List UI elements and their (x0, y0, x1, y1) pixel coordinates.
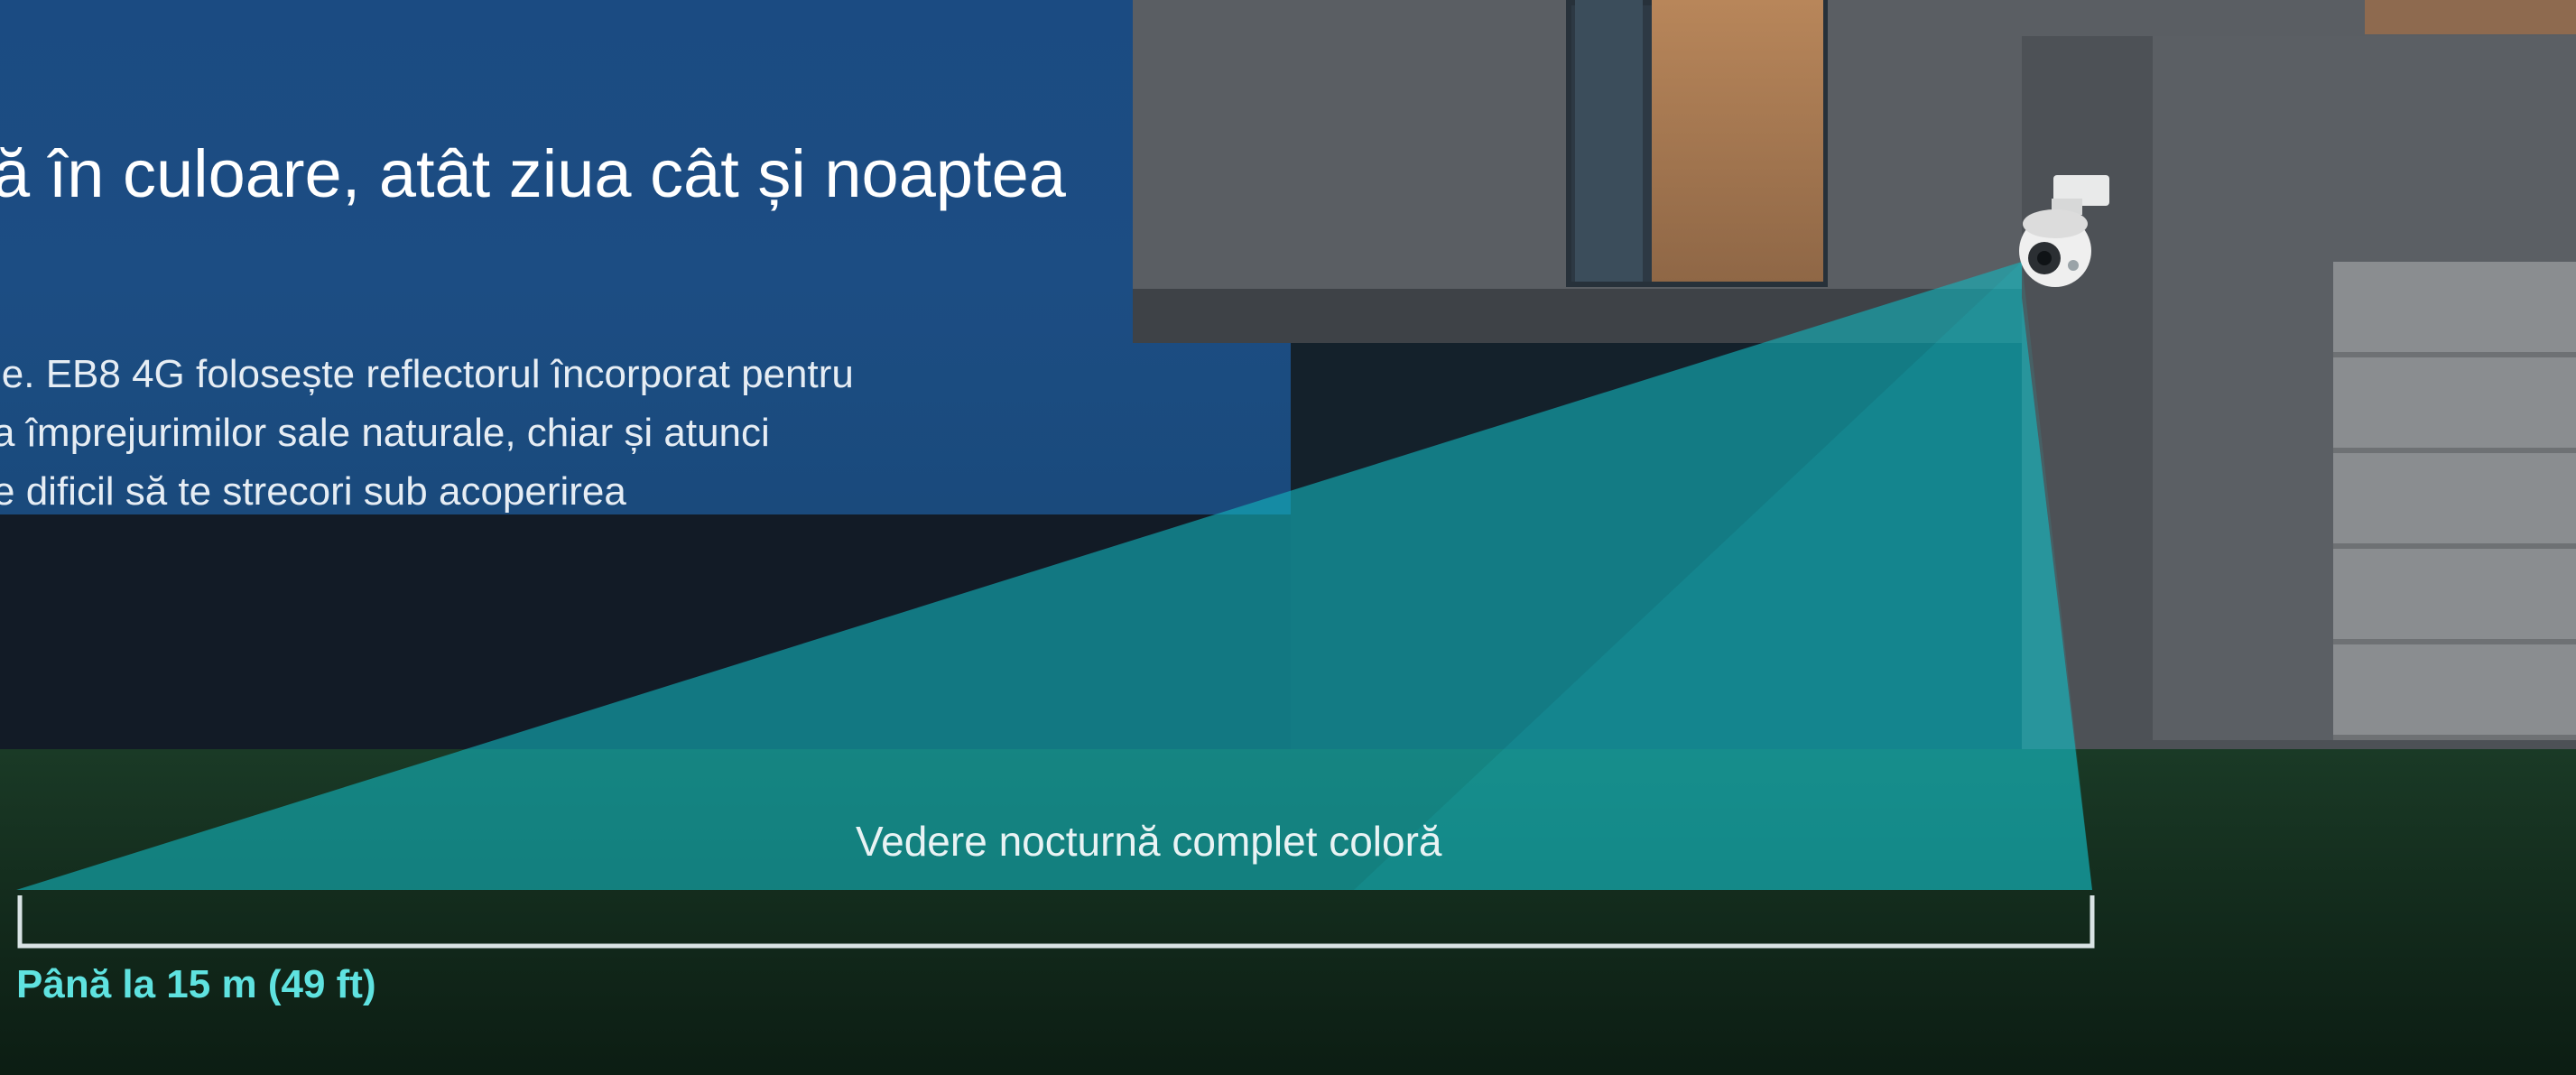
headline: ă în culoare, atât ziua cât și noaptea (0, 136, 1066, 211)
description-line: ie. EB8 4G folosește reflectorul încorpo… (0, 352, 854, 396)
night-vision-label: Vedere nocturnă complet coloră (856, 818, 1442, 865)
range-bracket (17, 895, 2095, 949)
range-label: Până la 15 m (49 ft) (16, 962, 376, 1006)
description: ie. EB8 4G folosește reflectorul încorpo… (0, 345, 941, 521)
description-line: a împrejurimilor sale naturale, chiar și… (0, 411, 770, 455)
product-banner: ă în culoare, atât ziua cât și noaptea i… (0, 0, 2576, 1075)
description-line: e dificil să te strecori sub acoperirea (0, 469, 626, 514)
security-camera-icon (2019, 175, 2109, 287)
